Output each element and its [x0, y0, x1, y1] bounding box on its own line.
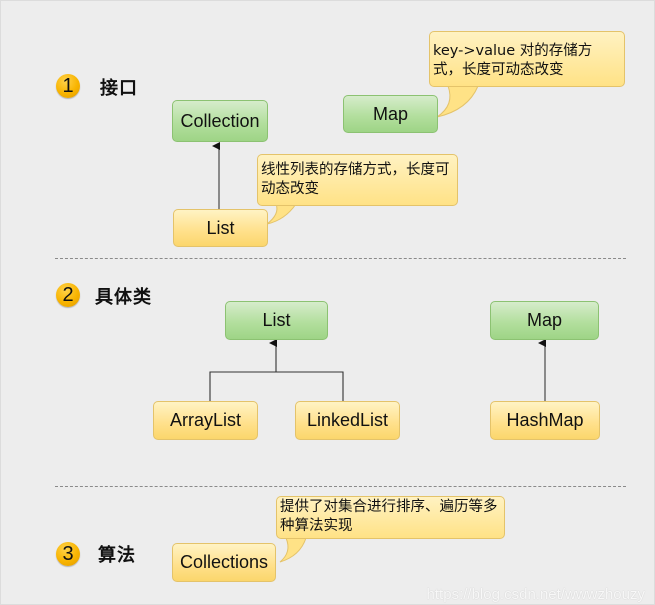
section-divider-1 — [55, 258, 626, 259]
section-divider-2 — [55, 486, 626, 487]
hashmap-node[interactable]: HashMap — [490, 401, 600, 440]
interface-collection-node[interactable]: Collection — [172, 100, 268, 142]
section-1-badge: 1 — [56, 74, 80, 98]
section-2-badge: 2 — [56, 283, 80, 307]
map-note: key->value 对的存储方式，长度可动态改变 — [429, 31, 625, 87]
class-map-parent-node[interactable]: Map — [490, 301, 599, 340]
interface-list-node[interactable]: List — [173, 209, 268, 247]
list-note-tail — [266, 203, 297, 225]
collections-note: 提供了对集合进行排序、遍历等多种算法实现 — [276, 496, 505, 539]
collections-note-tail — [279, 537, 307, 563]
arraylist-node[interactable]: ArrayList — [153, 401, 258, 440]
collections-node[interactable]: Collections — [172, 543, 276, 582]
list-note: 线性列表的存储方式，长度可动态改变 — [257, 154, 458, 206]
linkedlist-node[interactable]: LinkedList — [295, 401, 400, 440]
section-3-badge: 3 — [56, 542, 80, 566]
section-3-title: 算法 — [98, 545, 136, 566]
edge-arraylist-linkedlist-to-list — [209, 371, 344, 401]
watermark: https://blog.csdn.net/wwwzhouzy — [426, 586, 645, 603]
interface-map-node[interactable]: Map — [343, 95, 438, 133]
map-note-tail — [436, 85, 479, 118]
section-2-title: 具体类 — [95, 287, 152, 308]
class-list-parent-node[interactable]: List — [225, 301, 328, 340]
section-1-title: 接口 — [100, 78, 138, 99]
